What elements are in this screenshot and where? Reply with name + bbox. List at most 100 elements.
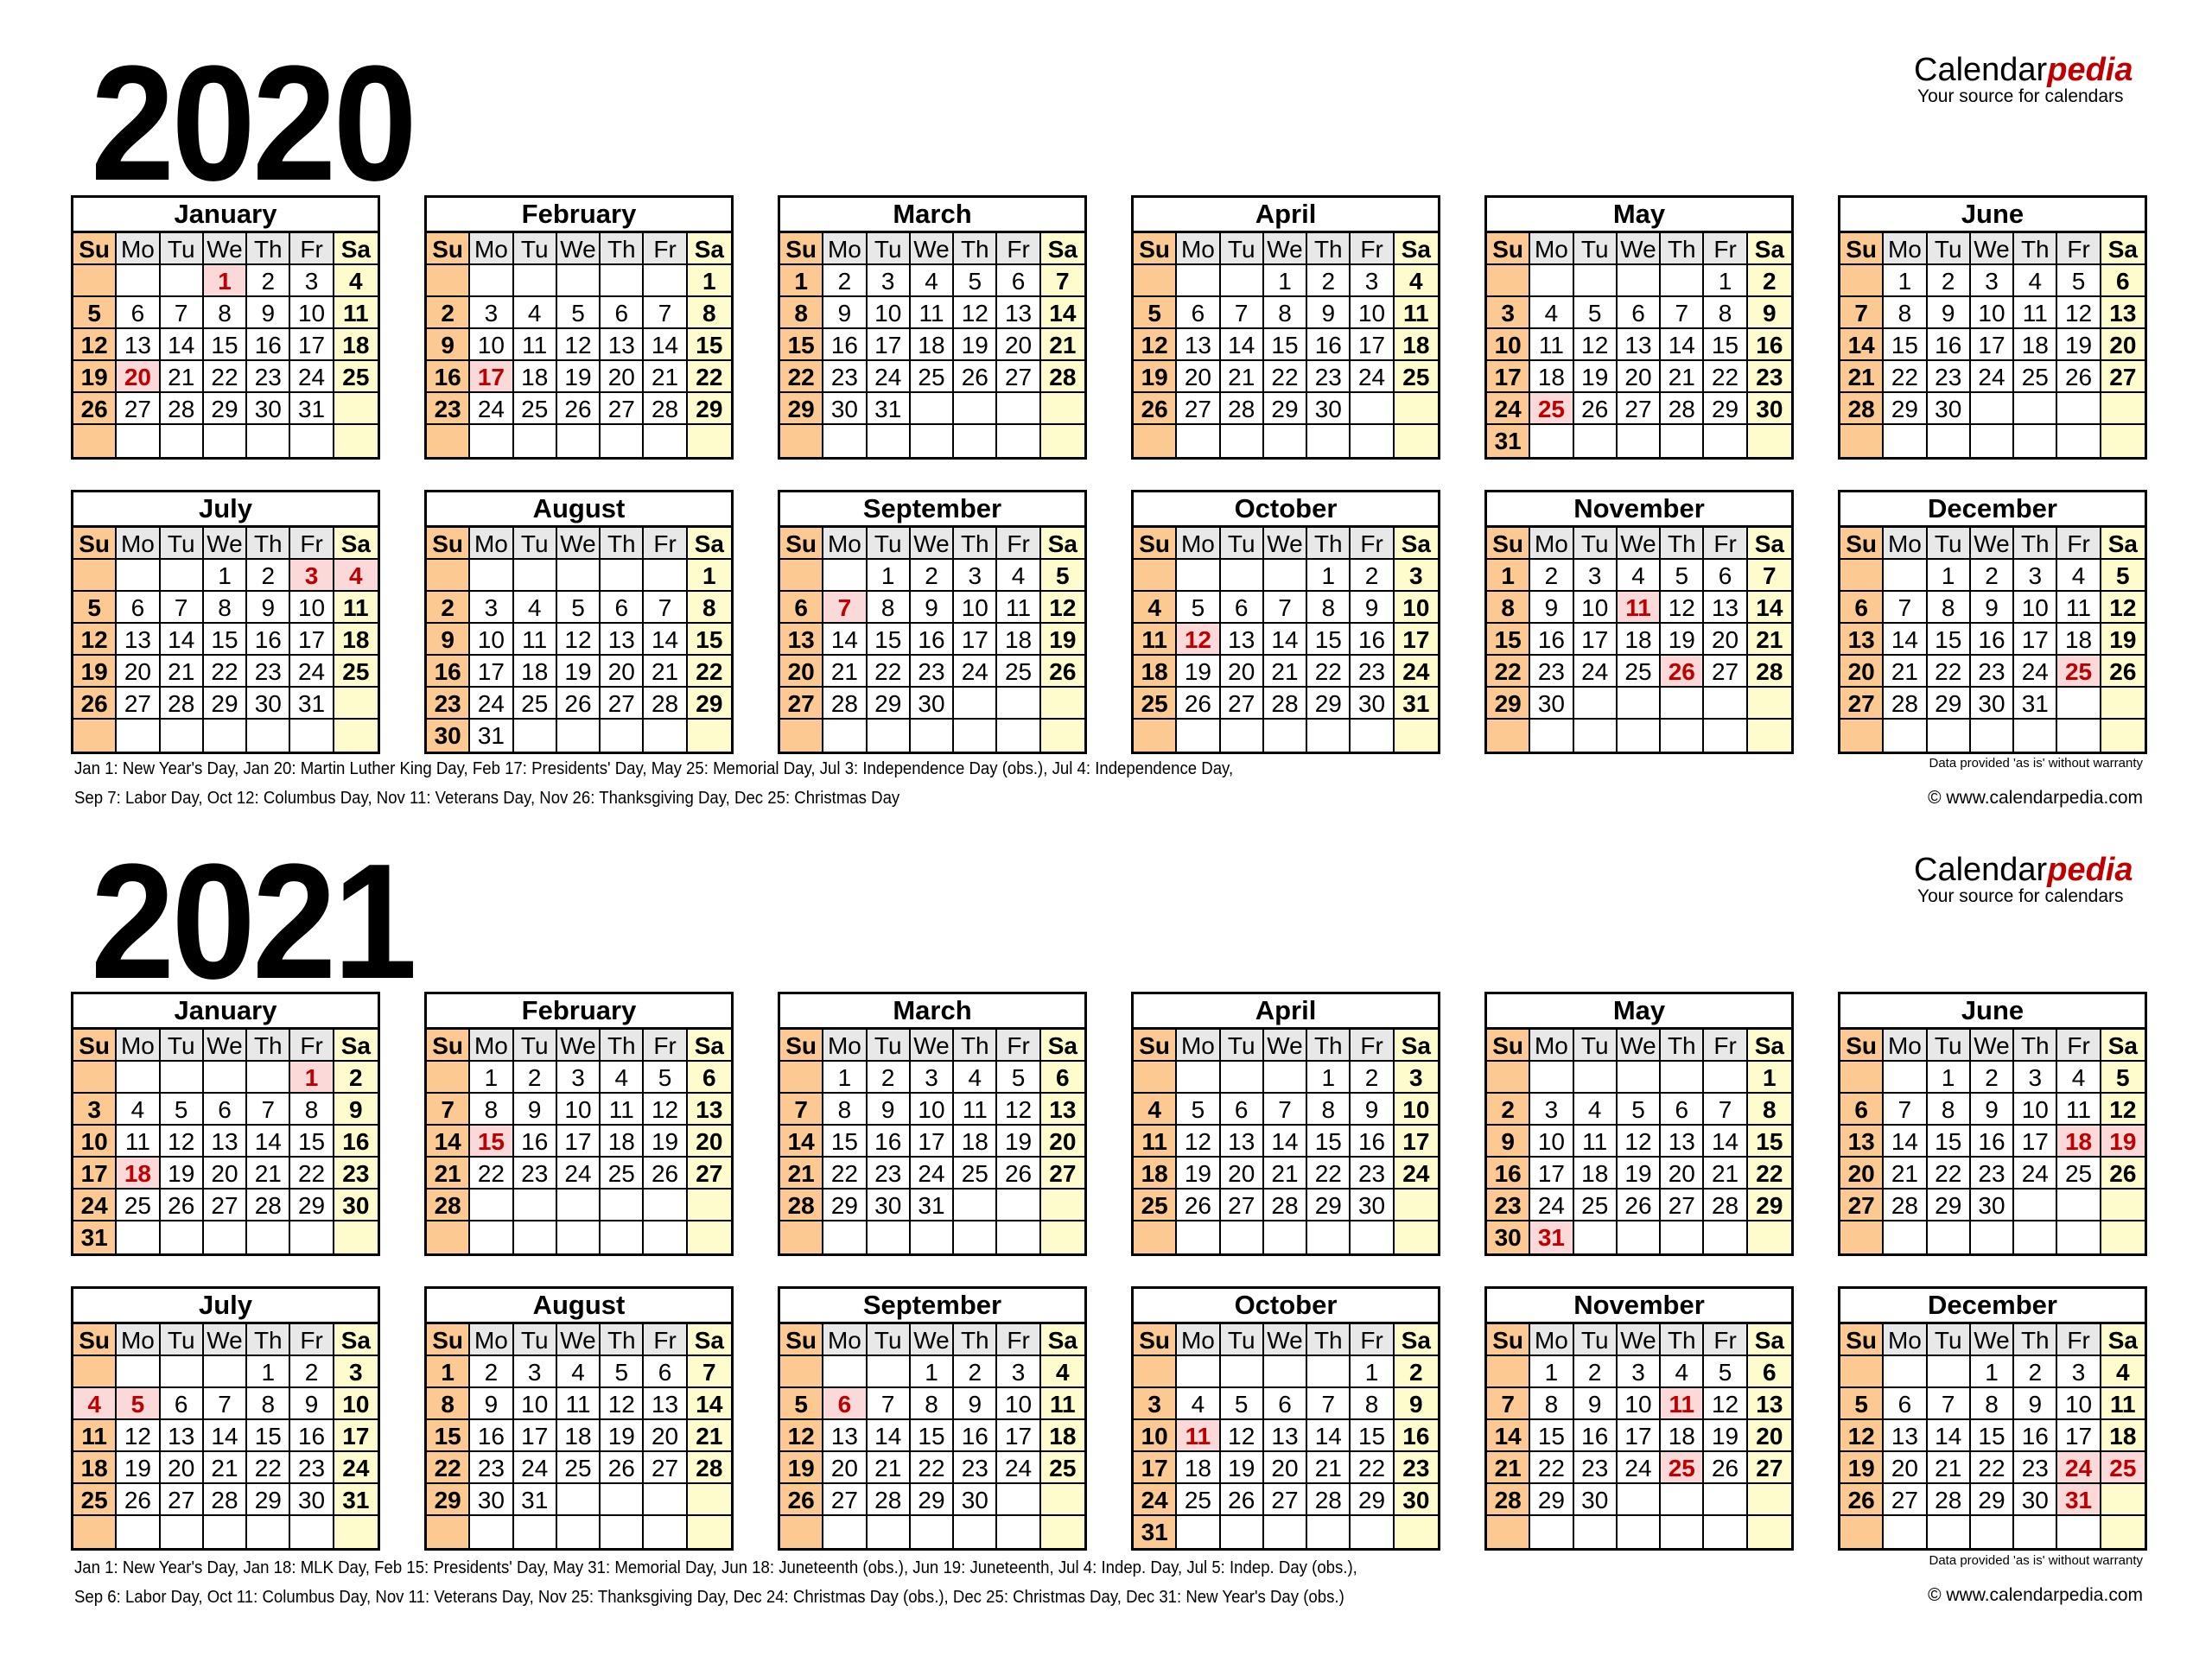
day-cell[interactable]: 24 [470, 393, 514, 425]
day-cell[interactable]: 17 [1394, 624, 1438, 656]
day-cell[interactable]: 12 [1617, 1126, 1662, 1158]
day-cell[interactable]: 18 [2101, 1420, 2145, 1452]
day-cell[interactable]: 4 [1573, 1094, 1618, 1126]
day-cell[interactable]: 12 [160, 1126, 204, 1158]
day-cell[interactable]: 9 [1351, 1094, 1395, 1126]
day-cell[interactable]: 30 [1530, 688, 1574, 720]
day-cell[interactable]: 7 [1840, 297, 1885, 329]
day-cell[interactable]: 16 [1573, 1420, 1618, 1452]
day-cell[interactable]: 3 [470, 297, 514, 329]
day-cell[interactable]: 16 [247, 624, 291, 656]
day-cell[interactable]: 26 [2057, 361, 2101, 393]
holiday-day-cell[interactable]: 1 [203, 265, 248, 297]
day-cell[interactable]: 1 [1970, 1356, 2015, 1388]
day-cell[interactable]: 27 [1884, 1484, 1928, 1516]
day-cell[interactable]: 9 [1530, 592, 1574, 624]
day-cell[interactable]: 14 [427, 1126, 471, 1158]
day-cell[interactable]: 1 [470, 1062, 514, 1094]
day-cell[interactable]: 31 [2014, 688, 2058, 720]
day-cell[interactable]: 10 [290, 592, 334, 624]
day-cell[interactable]: 17 [513, 1420, 557, 1452]
holiday-day-cell[interactable]: 18 [117, 1158, 161, 1190]
day-cell[interactable]: 9 [470, 1388, 514, 1420]
day-cell[interactable]: 2 [823, 265, 868, 297]
day-cell[interactable]: 25 [1394, 361, 1438, 393]
day-cell[interactable]: 29 [780, 393, 824, 425]
day-cell[interactable]: 5 [2101, 1062, 2145, 1094]
day-cell[interactable]: 3 [954, 560, 998, 592]
day-cell[interactable]: 24 [1970, 361, 2015, 393]
day-cell[interactable]: 20 [601, 656, 645, 688]
day-cell[interactable]: 14 [203, 1420, 248, 1452]
day-cell[interactable]: 9 [1487, 1126, 1531, 1158]
day-cell[interactable]: 5 [1704, 1356, 1748, 1388]
day-cell[interactable]: 24 [867, 361, 911, 393]
day-cell[interactable]: 7 [1747, 560, 1791, 592]
day-cell[interactable]: 12 [556, 329, 601, 361]
day-cell[interactable]: 8 [1747, 1094, 1791, 1126]
day-cell[interactable]: 21 [203, 1452, 248, 1484]
day-cell[interactable]: 30 [470, 1484, 514, 1516]
day-cell[interactable]: 7 [1704, 1094, 1748, 1126]
day-cell[interactable]: 18 [556, 1420, 601, 1452]
day-cell[interactable]: 29 [910, 1484, 955, 1516]
day-cell[interactable]: 13 [1840, 1126, 1885, 1158]
day-cell[interactable]: 23 [1747, 361, 1791, 393]
day-cell[interactable]: 21 [687, 1420, 731, 1452]
day-cell[interactable]: 10 [954, 592, 998, 624]
day-cell[interactable]: 31 [290, 688, 334, 720]
day-cell[interactable]: 3 [1394, 560, 1438, 592]
day-cell[interactable]: 27 [117, 393, 161, 425]
day-cell[interactable]: 6 [1040, 1062, 1084, 1094]
day-cell[interactable]: 14 [1307, 1420, 1351, 1452]
day-cell[interactable]: 29 [203, 393, 248, 425]
day-cell[interactable]: 12 [1040, 592, 1084, 624]
day-cell[interactable]: 29 [1747, 1190, 1791, 1221]
day-cell[interactable]: 10 [1487, 329, 1531, 361]
day-cell[interactable]: 14 [160, 329, 204, 361]
day-cell[interactable]: 18 [1134, 656, 1178, 688]
day-cell[interactable]: 1 [247, 1356, 291, 1388]
day-cell[interactable]: 12 [73, 624, 118, 656]
day-cell[interactable]: 30 [247, 393, 291, 425]
day-cell[interactable]: 2 [1573, 1356, 1618, 1388]
day-cell[interactable]: 18 [910, 329, 955, 361]
day-cell[interactable]: 20 [1884, 1452, 1928, 1484]
day-cell[interactable]: 8 [1970, 1388, 2015, 1420]
day-cell[interactable]: 22 [910, 1452, 955, 1484]
day-cell[interactable]: 27 [823, 1484, 868, 1516]
day-cell[interactable]: 21 [1840, 361, 1885, 393]
day-cell[interactable]: 4 [556, 1356, 601, 1388]
day-cell[interactable]: 7 [1040, 265, 1084, 297]
holiday-day-cell[interactable]: 19 [2101, 1126, 2145, 1158]
day-cell[interactable]: 5 [1134, 297, 1178, 329]
day-cell[interactable]: 10 [470, 329, 514, 361]
day-cell[interactable]: 23 [1927, 361, 1971, 393]
day-cell[interactable]: 8 [1307, 592, 1351, 624]
day-cell[interactable]: 3 [1530, 1094, 1574, 1126]
day-cell[interactable]: 27 [601, 393, 645, 425]
day-cell[interactable]: 27 [1840, 1190, 1885, 1221]
day-cell[interactable]: 16 [2014, 1420, 2058, 1452]
day-cell[interactable]: 24 [1134, 1484, 1178, 1516]
day-cell[interactable]: 8 [247, 1388, 291, 1420]
day-cell[interactable]: 13 [1263, 1420, 1308, 1452]
holiday-day-cell[interactable]: 6 [823, 1388, 868, 1420]
day-cell[interactable]: 25 [73, 1484, 118, 1516]
day-cell[interactable]: 31 [1134, 1516, 1178, 1548]
day-cell[interactable]: 29 [1307, 1190, 1351, 1221]
day-cell[interactable]: 6 [601, 592, 645, 624]
day-cell[interactable]: 19 [2101, 624, 2145, 656]
day-cell[interactable]: 20 [2101, 329, 2145, 361]
day-cell[interactable]: 4 [1394, 265, 1438, 297]
day-cell[interactable]: 16 [1970, 1126, 2015, 1158]
day-cell[interactable]: 10 [2057, 1388, 2101, 1420]
day-cell[interactable]: 29 [1263, 393, 1308, 425]
day-cell[interactable]: 29 [203, 688, 248, 720]
day-cell[interactable]: 30 [1394, 1484, 1438, 1516]
day-cell[interactable]: 16 [867, 1126, 911, 1158]
day-cell[interactable]: 28 [687, 1452, 731, 1484]
day-cell[interactable]: 13 [997, 297, 1041, 329]
day-cell[interactable]: 17 [1351, 329, 1395, 361]
day-cell[interactable]: 2 [1927, 265, 1971, 297]
